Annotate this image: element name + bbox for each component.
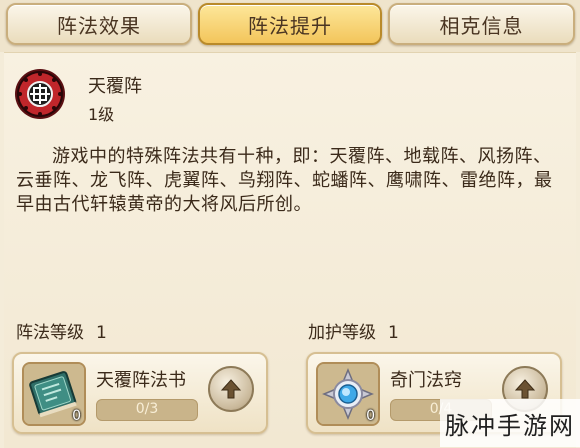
- item-count: 0: [366, 408, 375, 424]
- watermark: 脉冲手游网: [440, 399, 580, 447]
- item-progress-text: 0/3: [135, 401, 159, 417]
- protection-level-value: 1: [388, 323, 399, 343]
- item-name: 奇门法窍: [390, 370, 462, 391]
- item-card-formation-book: 0 天覆阵法书 0/3: [12, 352, 268, 434]
- formation-emblem-icon: [14, 68, 66, 120]
- formation-level-value: 1: [96, 323, 107, 343]
- formation-level-text: 1级: [88, 105, 115, 124]
- formation-description: 游戏中的特殊阵法共有十种，即：天覆阵、地载阵、风扬阵、云垂阵、龙飞阵、虎翼阵、鸟…: [16, 146, 553, 215]
- tab-bar: 阵法效果 阵法提升 相克信息: [0, 0, 580, 52]
- formation-name: 天覆阵: [88, 76, 142, 97]
- formation-level-label: 阵法等级: [16, 323, 84, 343]
- tab-formation-effect[interactable]: 阵法效果: [6, 3, 192, 45]
- formation-level-section: 阵法等级 1: [16, 318, 107, 343]
- protection-level-label: 加护等级: [308, 323, 376, 343]
- item-name: 天覆阵法书: [96, 370, 186, 391]
- item-slot-formation-book[interactable]: 0: [22, 362, 86, 426]
- item-progress-bar: 0/3: [96, 399, 198, 421]
- item-count: 0: [72, 408, 81, 424]
- arrow-up-icon: [514, 379, 536, 399]
- protection-level-section: 加护等级 1: [308, 318, 399, 343]
- item-slot-qimen[interactable]: 0: [316, 362, 380, 426]
- upgrade-button[interactable]: [208, 366, 254, 412]
- tab-counter-info[interactable]: 相克信息: [388, 3, 575, 45]
- arrow-up-icon: [220, 379, 242, 399]
- tab-formation-upgrade[interactable]: 阵法提升: [198, 3, 382, 45]
